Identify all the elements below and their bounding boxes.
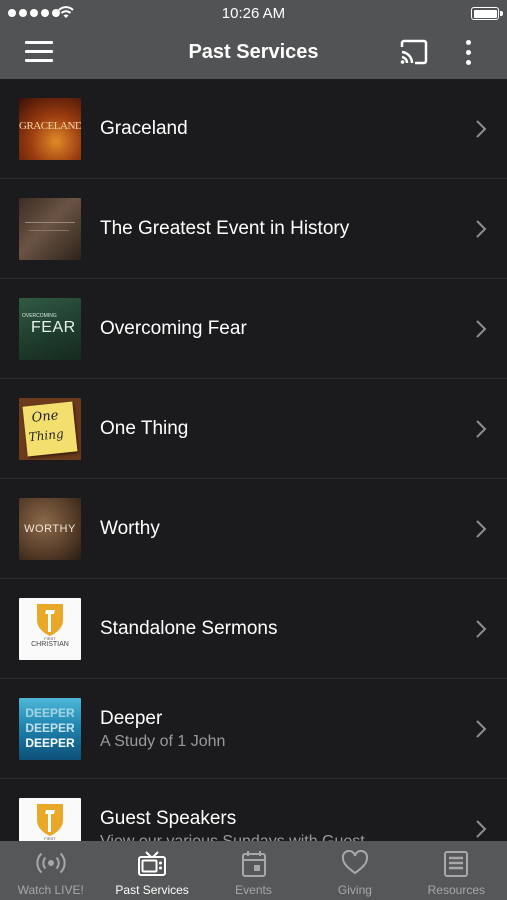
thumb-decoration xyxy=(29,230,69,231)
one-thing-thumbnail: One Thing xyxy=(19,398,81,460)
one-thing-thumb-text-2: Thing xyxy=(28,426,65,445)
list-item-one-thing[interactable]: One Thing One Thing xyxy=(0,379,507,479)
cast-icon[interactable] xyxy=(399,39,429,65)
status-time: 10:26 AM xyxy=(221,5,286,22)
list-item-title: Guest Speakers xyxy=(100,808,237,829)
tab-label: Watch LIVE! xyxy=(17,883,84,897)
list-item-title: The Greatest Event in History xyxy=(100,218,350,239)
list-item-title: Deeper xyxy=(100,708,163,729)
worthy-thumb-text: WORTHY xyxy=(24,523,76,535)
deeper-thumb-text: DEEPER xyxy=(25,706,75,720)
standalone-sermons-thumbnail: FIRST CHRISTIAN xyxy=(19,598,81,660)
list-item-graceland[interactable]: GRACELAND Graceland xyxy=(0,79,507,179)
navigation-bar: Past Services xyxy=(0,28,507,79)
standalone-thumb-text: CHRISTIAN xyxy=(31,641,69,648)
list-item-overcoming-fear[interactable]: OVERCOMING FEAR Overcoming Fear xyxy=(0,279,507,379)
overcoming-fear-thumbnail: OVERCOMING FEAR xyxy=(19,298,81,360)
list-item-greatest-event[interactable]: The Greatest Event in History xyxy=(0,179,507,279)
tab-watch-live[interactable]: Watch LIVE! xyxy=(0,841,101,900)
church-logo-icon xyxy=(37,804,63,836)
tab-past-services[interactable]: Past Services xyxy=(101,841,202,900)
chevron-right-icon xyxy=(476,520,487,538)
tab-label: Events xyxy=(235,883,272,897)
graceland-thumb-text: GRACELAND xyxy=(19,120,81,132)
graceland-thumbnail: GRACELAND xyxy=(19,98,81,160)
church-logo-icon xyxy=(37,604,63,636)
tv-icon xyxy=(138,851,167,876)
broadcast-icon xyxy=(36,852,66,874)
page-title: Past Services xyxy=(188,41,319,63)
tab-events[interactable]: Events xyxy=(203,841,304,900)
more-options-icon[interactable] xyxy=(459,38,479,68)
document-icon xyxy=(444,851,469,877)
chevron-right-icon xyxy=(476,120,487,138)
deeper-thumb-text: DEEPER xyxy=(25,721,75,735)
fear-thumb-text: FEAR xyxy=(31,319,76,336)
worthy-thumbnail: WORTHY xyxy=(19,498,81,560)
list-item-worthy[interactable]: WORTHY Worthy xyxy=(0,479,507,579)
deeper-thumb-text: DEEPER xyxy=(25,736,75,750)
list-item-title: Worthy xyxy=(100,518,160,539)
tab-label: Giving xyxy=(337,883,372,897)
list-item-deeper[interactable]: DEEPER DEEPER DEEPER Deeper A Study of 1… xyxy=(0,679,507,779)
tab-resources[interactable]: Resources xyxy=(406,841,507,900)
list-item-title: One Thing xyxy=(100,418,189,439)
list-item-guest-speakers[interactable]: FIRST Guest Speakers View our various Su… xyxy=(0,779,507,841)
heart-icon xyxy=(341,850,368,875)
chevron-right-icon xyxy=(476,720,487,738)
list-item-subtitle: View our various Sundays with Guest xyxy=(100,833,365,841)
list-item-title: Overcoming Fear xyxy=(100,318,247,339)
battery-icon xyxy=(471,7,503,20)
tab-label: Resources xyxy=(427,883,485,897)
thumb-decoration xyxy=(25,222,75,223)
deeper-thumbnail: DEEPER DEEPER DEEPER xyxy=(19,698,81,760)
greatest-event-thumbnail xyxy=(19,198,81,260)
chevron-right-icon xyxy=(476,320,487,338)
chevron-right-icon xyxy=(476,420,487,438)
chevron-right-icon xyxy=(476,620,487,638)
list-item-subtitle: A Study of 1 John xyxy=(100,733,226,750)
guest-speakers-thumbnail: FIRST xyxy=(19,798,81,841)
calendar-icon xyxy=(241,851,266,877)
tab-label: Past Services xyxy=(115,883,189,897)
list-item-title: Graceland xyxy=(100,118,188,139)
chevron-right-icon xyxy=(476,820,487,838)
status-bar: 10:26 AM xyxy=(0,0,507,28)
tab-bar: Watch LIVE! Past Services Events Giving xyxy=(0,841,507,900)
one-thing-thumb-text-1: One xyxy=(31,408,60,426)
list-item-standalone-sermons[interactable]: FIRST CHRISTIAN Standalone Sermons xyxy=(0,579,507,679)
chevron-right-icon xyxy=(476,220,487,238)
series-list: GRACELAND Graceland The Greatest Event i… xyxy=(0,79,507,841)
tab-giving[interactable]: Giving xyxy=(304,841,405,900)
sticky-note: One Thing xyxy=(22,401,78,457)
list-item-title: Standalone Sermons xyxy=(100,618,278,639)
